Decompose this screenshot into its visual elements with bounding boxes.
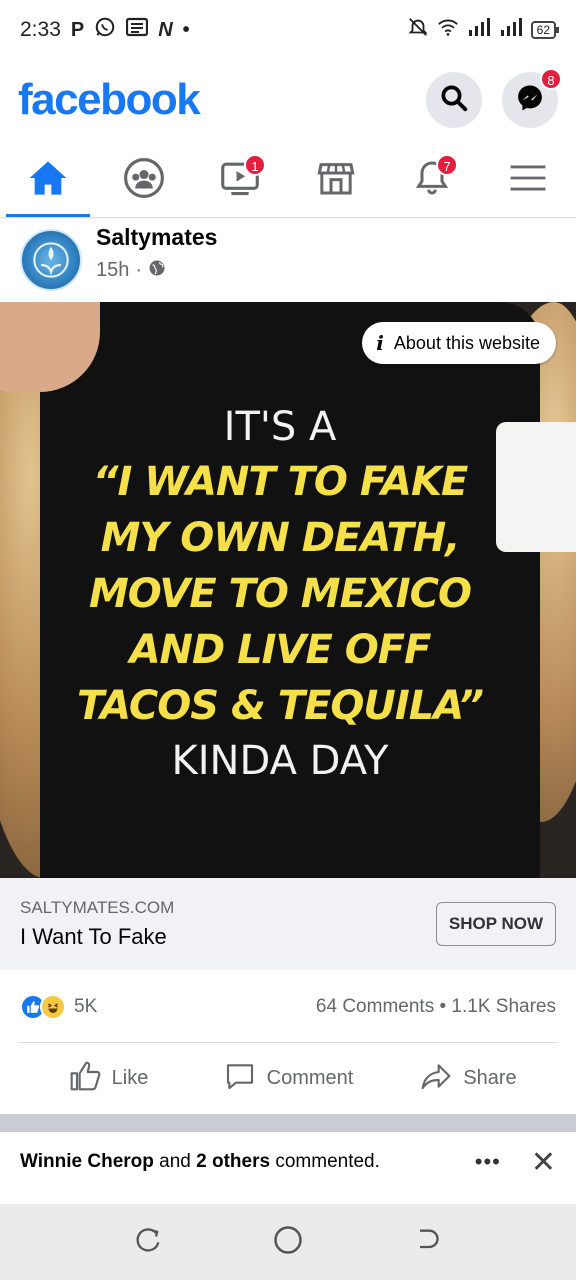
post-actions: Like Comment Share (18, 1042, 558, 1114)
home-nav-icon[interactable] (273, 1225, 303, 1260)
search-icon (439, 83, 469, 118)
messenger-badge: 8 (540, 68, 562, 90)
shirt-line-2: “I WANT TO FAKE (92, 459, 469, 505)
share-icon (419, 1060, 453, 1098)
link-domain: SALTYMATES.COM (20, 898, 175, 917)
signal-icon (467, 18, 491, 42)
globe-icon (148, 259, 166, 283)
share-label: Share (463, 1067, 517, 1089)
comment-label: Comment (266, 1067, 354, 1089)
about-website-button[interactable]: i About this website (362, 322, 556, 364)
saltymates-logo-icon (33, 242, 69, 278)
reactions-count: 5K (74, 996, 98, 1017)
whatsapp-icon (94, 16, 116, 44)
search-button[interactable] (426, 72, 482, 128)
page-name[interactable]: Saltymates (96, 224, 217, 251)
page-avatar[interactable] (20, 229, 82, 291)
news-icon (126, 17, 149, 43)
shop-now-button[interactable]: SHOP NOW (435, 902, 556, 946)
comment-button[interactable]: Comment (198, 1043, 378, 1114)
facebook-logo: facebook (18, 75, 201, 124)
mute-icon (407, 16, 429, 44)
shirt-line-3: MY OWN DEATH, (100, 515, 461, 561)
post-header: Saltymates 15h · (0, 218, 576, 302)
reactions-summary[interactable]: 5K 64 Comments • 1.1K Shares (20, 990, 556, 1024)
recents-icon[interactable] (135, 1226, 163, 1259)
like-label: Like (111, 1067, 149, 1089)
wifi-icon (437, 17, 459, 43)
back-icon[interactable] (413, 1226, 441, 1259)
link-title: I Want To Fake (20, 924, 167, 949)
feed-divider (0, 1114, 576, 1132)
shirt-line-6: TACOS & TEQUILA” (76, 683, 484, 729)
comments-count[interactable]: 64 Comments (316, 996, 434, 1017)
post-time-text: 15h (96, 259, 130, 281)
meta-dot: · (135, 259, 143, 281)
post-image[interactable]: IT'S A “I WANT TO FAKE MY OWN DEATH, MOV… (0, 302, 576, 878)
tab-watch[interactable]: 1 (192, 144, 288, 217)
like-icon (68, 1060, 102, 1098)
signal-icon-2 (499, 18, 523, 42)
app-header: facebook 8 (0, 60, 576, 140)
comment-icon (223, 1060, 257, 1098)
engagement-counts: 64 Comments • 1.1K Shares (316, 996, 556, 1018)
tab-groups[interactable] (96, 144, 192, 217)
shirt-line-4: MOVE TO MEXICO (88, 571, 472, 617)
post-timestamp: 15h · (96, 259, 217, 283)
others-count[interactable]: 2 others (196, 1151, 270, 1172)
main-nav: 1 7 (0, 144, 576, 218)
messenger-button[interactable]: 8 (502, 68, 562, 128)
like-button[interactable]: Like (18, 1043, 198, 1114)
comment-notice[interactable]: Winnie Cherop and 2 others commented. ••… (0, 1132, 576, 1192)
system-navigation-bar (0, 1204, 576, 1280)
status-bar: 2:33 P N • 62 (0, 0, 576, 60)
notifications-badge: 7 (436, 154, 458, 176)
share-button[interactable]: Share (378, 1043, 558, 1114)
marketplace-icon (315, 158, 357, 203)
home-icon (28, 159, 68, 202)
more-options-icon[interactable]: ••• (475, 1149, 501, 1175)
tab-menu[interactable] (480, 144, 576, 217)
messenger-icon (515, 83, 545, 118)
notice-and: and (153, 1151, 197, 1172)
shirt-line-7: KINDA DAY (171, 738, 389, 784)
watch-badge: 1 (244, 154, 266, 176)
link-preview[interactable]: SALTYMATES.COM I Want To Fake SHOP NOW (0, 878, 576, 970)
menu-icon (509, 163, 547, 198)
about-website-label: About this website (393, 332, 540, 353)
counts-separator: • (439, 996, 447, 1017)
shirt-text: IT'S A “I WANT TO FAKE MY OWN DEATH, MOV… (40, 400, 520, 788)
shares-count[interactable]: 1.1K Shares (451, 996, 556, 1017)
notice-rest: commented. (270, 1151, 380, 1172)
n-app-icon: N (158, 18, 173, 41)
close-icon[interactable]: ✕ (531, 1145, 556, 1180)
commenter-name[interactable]: Winnie Cherop (20, 1151, 154, 1172)
tab-marketplace[interactable] (288, 144, 384, 217)
info-icon: i (376, 331, 384, 355)
tab-home[interactable] (0, 144, 96, 217)
battery-indicator: 62 (530, 21, 560, 39)
p-app-icon: P (70, 18, 85, 41)
status-time: 2:33 (20, 18, 61, 41)
shirt-line-1: IT'S A (223, 404, 337, 450)
tab-notifications[interactable]: 7 (384, 144, 480, 217)
dot-icon: • (182, 18, 190, 41)
shirt-line-5: AND LIVE OFF (129, 627, 432, 673)
status-app-icons: P N • (71, 16, 190, 44)
groups-icon (123, 157, 165, 204)
haha-reaction-icon (40, 994, 66, 1020)
